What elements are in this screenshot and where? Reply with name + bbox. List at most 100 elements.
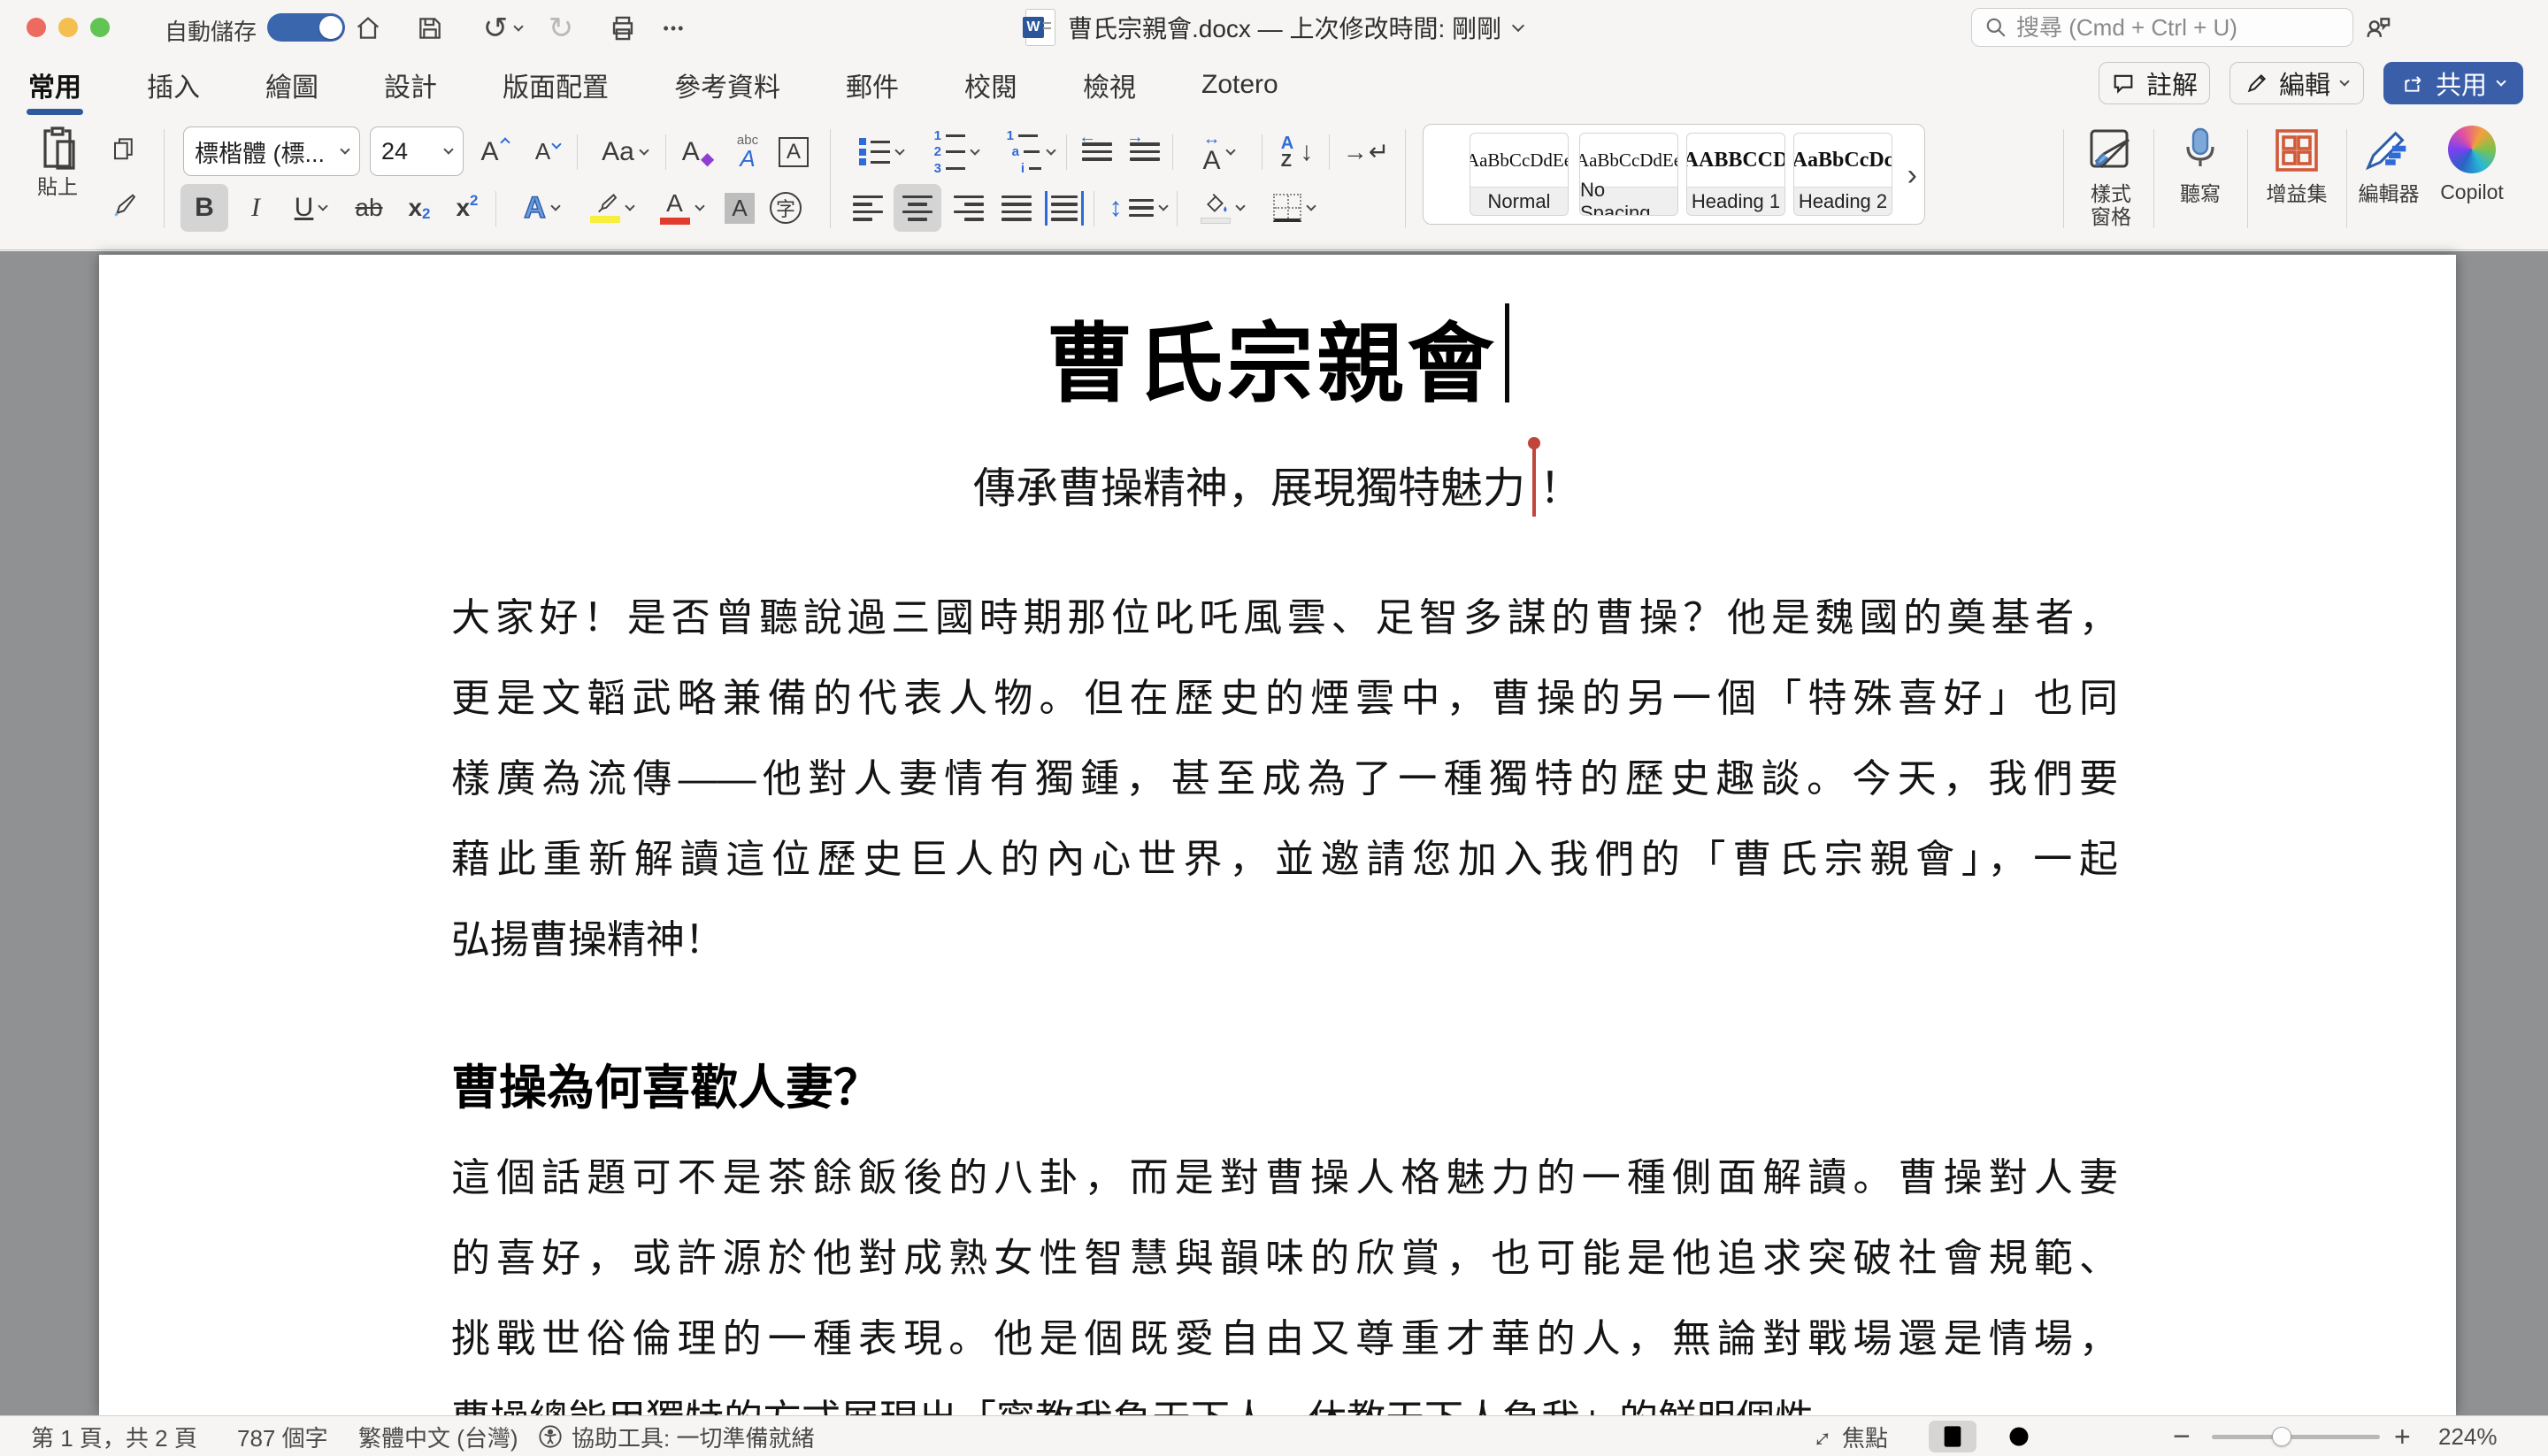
search-box[interactable] xyxy=(1971,8,2353,47)
web-layout-view-button[interactable] xyxy=(1995,1421,2043,1452)
copy-icon[interactable] xyxy=(104,131,143,166)
draft-view-button[interactable] xyxy=(2061,1421,2109,1452)
page-indicator[interactable]: 第 1 頁，共 2 頁 xyxy=(31,1416,197,1456)
style-heading-2[interactable]: AaBbCcDc Heading 2 xyxy=(1793,133,1892,216)
font-color-button[interactable]: A xyxy=(649,184,713,232)
tab-references[interactable]: 參考資料 xyxy=(672,53,782,117)
addins-button[interactable]: 增益集 xyxy=(2254,126,2339,205)
show-formatting-marks-button[interactable]: →↵ xyxy=(1341,126,1391,177)
font-size-select[interactable]: 24 xyxy=(370,126,464,176)
title-chevron-icon[interactable] xyxy=(1512,19,1524,32)
styles-pane-button[interactable]: 樣式窗格 xyxy=(2072,126,2150,229)
section-heading[interactable]: 曹操為何喜歡人妻？ xyxy=(451,1048,881,1118)
increase-indent-button[interactable]: → xyxy=(1124,126,1166,177)
clear-formatting-button[interactable]: A◆ xyxy=(676,126,720,177)
strikethrough-button[interactable]: ab xyxy=(347,184,391,232)
asian-layout-button[interactable]: ↔ A xyxy=(1184,126,1253,177)
bullets-button[interactable] xyxy=(848,126,915,177)
focus-mode-button[interactable]: ↔ 焦點 xyxy=(1807,1416,1888,1456)
print-layout-view-button[interactable] xyxy=(1929,1421,1976,1452)
zoom-out-button[interactable]: − xyxy=(2173,1416,2191,1456)
undo-icon[interactable]: ↺ xyxy=(478,11,513,46)
tab-insert[interactable]: 插入 xyxy=(145,53,202,117)
copilot-button[interactable]: Copilot xyxy=(2428,126,2516,203)
grow-font-button[interactable]: A xyxy=(474,126,515,177)
presence-people-icon[interactable] xyxy=(2360,11,2396,46)
style-normal[interactable]: AaBbCcDdEe Normal xyxy=(1470,133,1569,216)
style-no-spacing[interactable]: AaBbCcDdEe No Spacing xyxy=(1579,133,1678,216)
window-close-button[interactable] xyxy=(27,18,46,37)
character-shading-button[interactable]: A xyxy=(718,184,761,232)
more-toolbar-icon[interactable]: ••• xyxy=(656,11,692,46)
bold-button[interactable]: B xyxy=(180,184,228,232)
justify-button[interactable] xyxy=(994,184,1039,232)
tab-review[interactable]: 校閱 xyxy=(963,53,1019,117)
document-title[interactable]: 曹氏宗親會.docx — 上次修改時間: 剛剛 xyxy=(1068,10,1501,45)
paragraph-2[interactable]: 這個話題可不是茶餘飯後的八卦，而是對曹操人格魅力的一種側面解讀。曹操對人妻 的喜… xyxy=(451,1138,2118,1415)
decrease-indent-button[interactable]: ← xyxy=(1076,126,1118,177)
autosave-toggle[interactable] xyxy=(267,13,345,42)
zoom-slider[interactable] xyxy=(2212,1435,2380,1439)
numbering-button[interactable]: 1 2 3 xyxy=(922,126,989,177)
document-page[interactable]: 曹氏宗親會 傳承曹操精神，展現獨特魅力！ 大家好！是否曾聽說過三國時期那位叱吒風… xyxy=(99,255,2456,1415)
home-icon[interactable] xyxy=(350,11,386,46)
doc-subtitle[interactable]: 傳承曹操精神，展現獨特魅力！ xyxy=(99,448,2456,530)
paste-button[interactable]: 貼上 xyxy=(19,124,96,198)
shrink-font-button[interactable]: A xyxy=(527,126,568,177)
editor-button[interactable]: 編輯器 xyxy=(2350,126,2428,205)
sort-button[interactable]: AZ ↓ xyxy=(1274,126,1320,177)
word-document-icon: W xyxy=(1025,9,1055,46)
style-heading-1[interactable]: AABBCCD Heading 1 xyxy=(1686,133,1785,216)
print-icon[interactable] xyxy=(605,11,641,46)
paragraph-line: 藉此重新解讀這位歷史巨人的內心世界，並邀請您加入我們的「曹氏宗親會」，一起 xyxy=(451,819,2118,900)
dictate-button[interactable]: 聽寫 xyxy=(2160,126,2240,205)
underline-button[interactable]: U xyxy=(281,184,340,232)
undo-chevron-icon[interactable] xyxy=(510,11,527,46)
align-center-button[interactable] xyxy=(894,184,941,232)
zoom-percentage[interactable]: 224% xyxy=(2438,1416,2498,1456)
zoom-in-button[interactable]: + xyxy=(2394,1416,2411,1456)
window-zoom-button[interactable] xyxy=(90,18,110,37)
enclose-characters-button[interactable]: 字 xyxy=(764,184,807,232)
doc-title-heading[interactable]: 曹氏宗親會 xyxy=(99,302,2456,425)
distributed-button[interactable] xyxy=(1042,184,1086,232)
shading-fill-button[interactable] xyxy=(1189,184,1255,232)
change-case-button[interactable]: Aa xyxy=(589,126,660,177)
font-name-select[interactable]: 標楷體 (標... xyxy=(183,126,360,176)
tab-mailings[interactable]: 郵件 xyxy=(844,53,901,117)
tab-layout[interactable]: 版面配置 xyxy=(501,53,610,117)
zoom-slider-thumb[interactable] xyxy=(2272,1427,2291,1446)
save-icon[interactable] xyxy=(412,11,448,46)
align-right-button[interactable] xyxy=(947,184,991,232)
borders-button[interactable] xyxy=(1260,184,1327,232)
italic-button[interactable]: I xyxy=(235,184,276,232)
text-effects-button[interactable]: A xyxy=(510,184,573,232)
redo-icon[interactable]: ↻ xyxy=(543,11,579,46)
character-border-button[interactable]: A xyxy=(773,126,814,177)
share-button[interactable]: 共用 xyxy=(2383,62,2523,104)
format-painter-icon[interactable] xyxy=(104,188,143,223)
comments-button[interactable]: 註解 xyxy=(2099,62,2210,104)
styles-gallery-more-icon[interactable]: › xyxy=(1907,158,1917,193)
search-input[interactable] xyxy=(2016,14,2335,42)
phonetic-guide-button[interactable]: abc A xyxy=(725,126,770,177)
highlight-color-button[interactable] xyxy=(579,184,644,232)
paragraph-1[interactable]: 大家好！是否曾聽說過三國時期那位叱吒風雲、足智多謀的曹操？他是魏國的奠基者， 更… xyxy=(451,578,2118,980)
document-canvas[interactable]: 曹氏宗親會 傳承曹操精神，展現獨特魅力！ 大家好！是否曾聽說過三國時期那位叱吒風… xyxy=(0,251,2548,1415)
align-left-button[interactable] xyxy=(846,184,890,232)
subscript-button[interactable]: x2 xyxy=(398,184,441,232)
editing-mode-button[interactable]: 編輯 xyxy=(2230,62,2364,104)
highlighter-icon xyxy=(592,193,618,214)
word-count[interactable]: 787 個字 xyxy=(237,1416,328,1456)
accessibility-status[interactable]: 協助工具: 一切準備就緒 xyxy=(538,1416,814,1456)
window-minimize-button[interactable] xyxy=(58,18,78,37)
tab-design[interactable]: 設計 xyxy=(382,53,439,117)
tab-draw[interactable]: 繪圖 xyxy=(264,53,320,117)
line-spacing-button[interactable]: ↕ xyxy=(1106,184,1170,232)
tab-view[interactable]: 檢視 xyxy=(1081,53,1138,117)
tab-home[interactable]: 常用 xyxy=(27,53,83,117)
tab-zotero[interactable]: Zotero xyxy=(1200,57,1280,112)
superscript-button[interactable]: x2 xyxy=(446,184,488,232)
language-indicator[interactable]: 繁體中文 (台灣) xyxy=(358,1416,518,1456)
multilevel-list-button[interactable]: 1 a i xyxy=(996,126,1063,177)
